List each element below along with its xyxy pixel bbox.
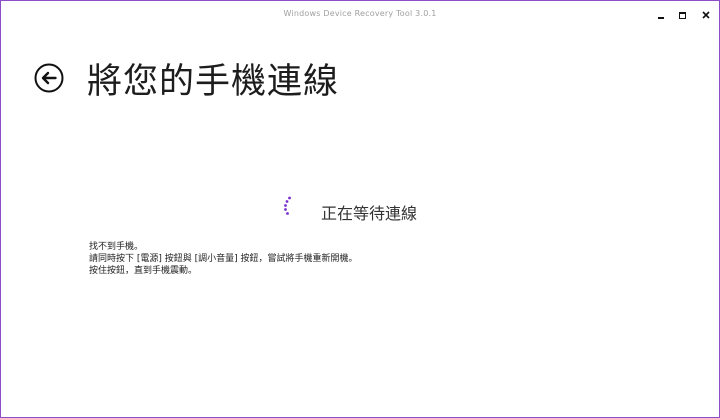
minimize-button[interactable] [653,7,669,23]
minimize-icon [658,17,664,19]
page-title: 將您的手機連線 [87,62,340,102]
close-button[interactable] [698,7,714,23]
app-window: Windows Device Recovery Tool 3.0.1 將您的手機… [0,0,720,418]
maximize-icon [678,11,686,19]
help-line-restart-instructions: 請同時按下 [電源] 按鈕與 [調小音量] 按鈕，嘗試將手機重新開機。 [89,254,358,264]
status-text: 正在等待連線 [321,204,418,223]
help-line-not-found: 找不到手機。 [89,242,144,252]
title-bar[interactable]: Windows Device Recovery Tool 3.0.1 [1,1,719,29]
loading-spinner-icon [284,196,291,215]
help-text: 找不到手機。 請同時按下 [電源] 按鈕與 [調小音量] 按鈕，嘗試將手機重新開… [89,241,358,277]
back-arrow-icon [34,63,64,93]
close-icon [702,11,710,19]
window-title: Windows Device Recovery Tool 3.0.1 [283,9,437,18]
help-line-hold-buttons: 按住按鈕，直到手機震動。 [89,266,198,276]
back-button[interactable] [34,63,64,93]
maximize-button[interactable] [674,7,690,23]
